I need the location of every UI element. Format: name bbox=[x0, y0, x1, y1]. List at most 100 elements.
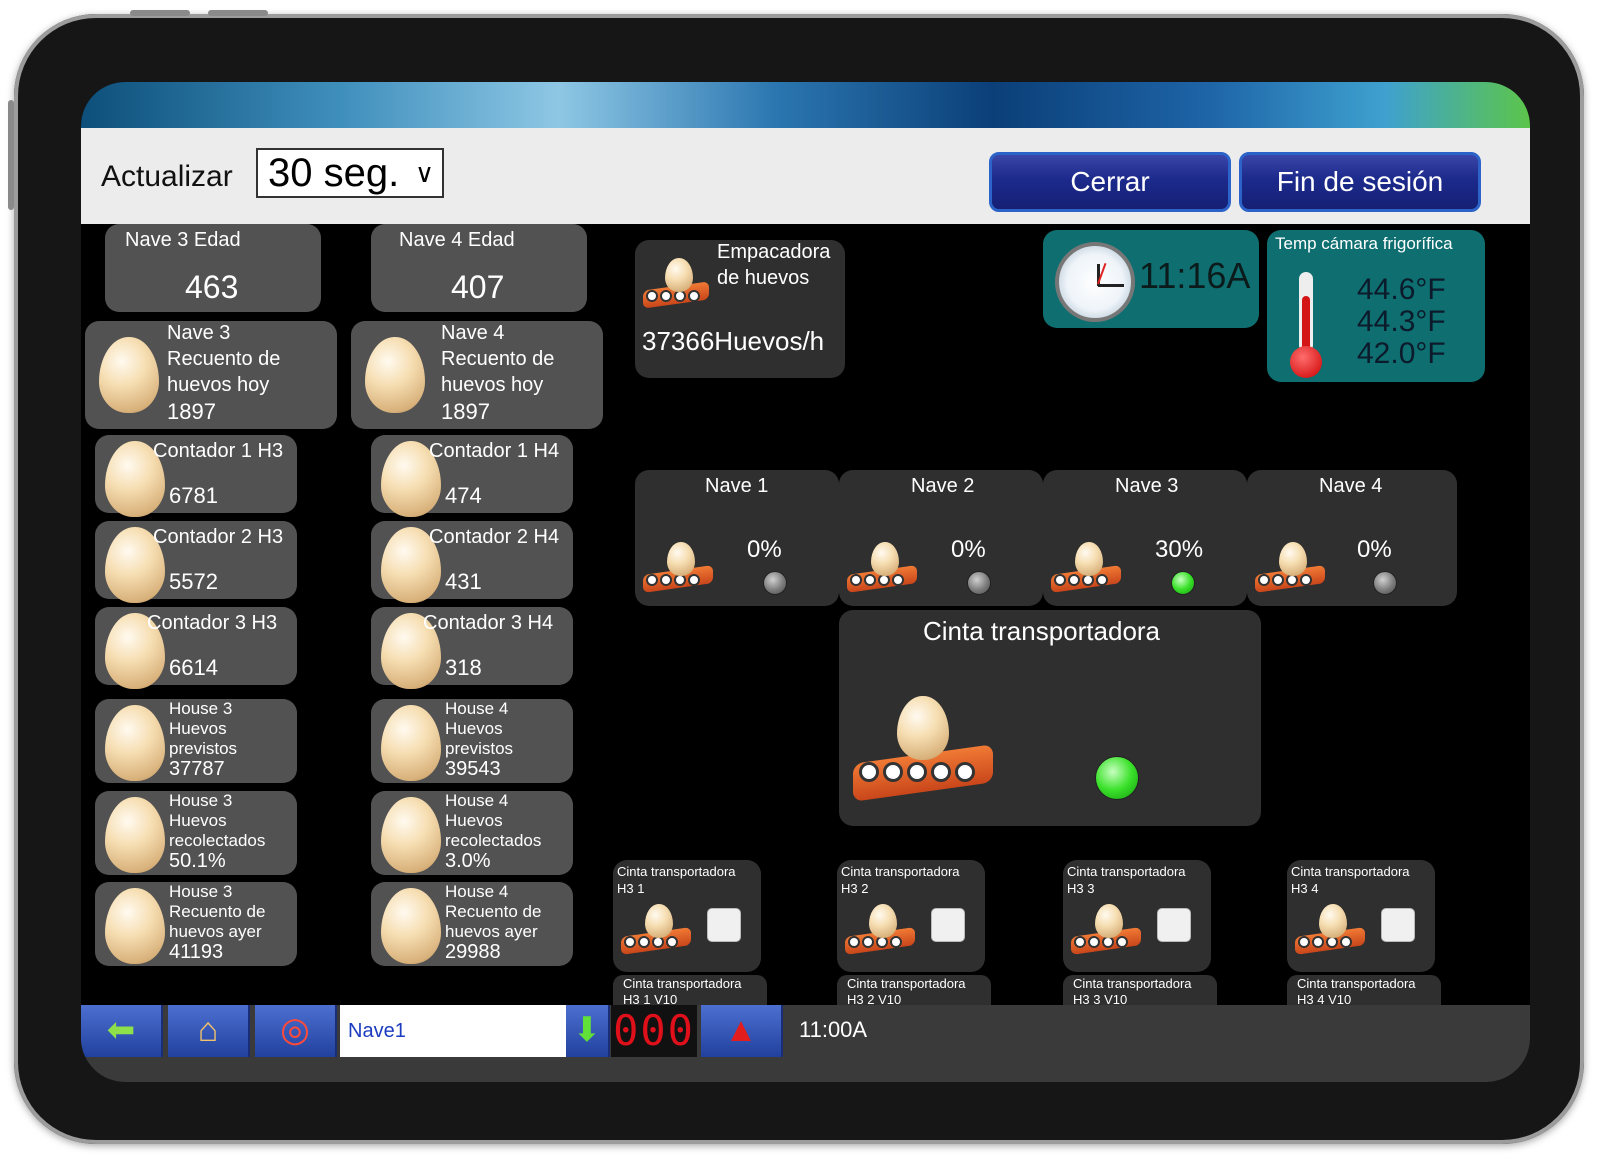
house-status-led bbox=[967, 571, 991, 595]
belt-status-indicator[interactable] bbox=[931, 908, 965, 942]
conveyor-rollers bbox=[646, 574, 700, 586]
counter-title: Contador 2 H3 bbox=[153, 526, 284, 548]
counter-title: Contador 3 H3 bbox=[147, 612, 278, 634]
egg-icon bbox=[1075, 542, 1103, 576]
stat-line: Huevos bbox=[169, 719, 227, 738]
stat-card-h4-forecast: House 4 Huevos previstos 39543 bbox=[371, 699, 573, 783]
tablet-top-button-1 bbox=[130, 10, 190, 16]
egg-icon bbox=[871, 542, 899, 576]
belt-card-h3-1[interactable]: Cinta transportadora H3 1 bbox=[613, 860, 761, 972]
conveyor-rollers bbox=[646, 290, 700, 302]
egg-packer-rate: 37366Huevos/h bbox=[642, 326, 825, 356]
counter-card-h4-1: Contador 1 H4 474 bbox=[371, 435, 573, 517]
belt-card-h3-2[interactable]: Cinta transportadora H3 2 bbox=[837, 860, 985, 972]
cold-room-title: Temp cámara frigorífica bbox=[1275, 234, 1453, 253]
stat-value: 37787 bbox=[169, 758, 225, 780]
belt-v-card-h3-2[interactable]: Cinta transportadora H3 2 V10 bbox=[837, 975, 991, 1009]
counter-card-h4-3: Contador 3 H4 318 bbox=[371, 607, 573, 689]
house-status-led bbox=[1373, 571, 1397, 595]
belt-v-title-1: Cinta transportadora bbox=[623, 976, 742, 991]
belt-status-indicator[interactable] bbox=[707, 908, 741, 942]
alarm-button[interactable]: ▲ bbox=[701, 1005, 783, 1057]
belt-v-card-h3-3[interactable]: Cinta transportadora H3 3 V10 bbox=[1063, 975, 1217, 1009]
conveyor-icon bbox=[1255, 542, 1325, 593]
belt-card-h3-4[interactable]: Cinta transportadora H3 4 bbox=[1287, 860, 1435, 972]
conveyor-rollers bbox=[850, 574, 904, 586]
house-card-2[interactable]: Nave 2 0% bbox=[839, 470, 1043, 606]
roller bbox=[1074, 936, 1086, 948]
age-card-value: 463 bbox=[185, 269, 239, 305]
conveyor-icon bbox=[643, 258, 709, 309]
counter-value: 474 bbox=[445, 483, 482, 508]
refresh-interval-select[interactable]: 30 seg. ∨ bbox=[256, 148, 444, 198]
tablet-top-button-2 bbox=[208, 10, 268, 16]
house-percent: 30% bbox=[1155, 536, 1204, 563]
roller bbox=[624, 936, 636, 948]
roller bbox=[1312, 936, 1324, 948]
conveyor-rollers bbox=[848, 936, 902, 948]
belt-v-title-1: Cinta transportadora bbox=[1073, 976, 1192, 991]
egg-icon bbox=[869, 904, 897, 938]
roller bbox=[883, 762, 903, 782]
conveyor-icon bbox=[621, 904, 691, 955]
counter-card-h3-1: Contador 1 H3 6781 bbox=[95, 435, 297, 517]
stat-line: House 4 bbox=[445, 882, 509, 901]
back-button[interactable]: ⬅ bbox=[81, 1005, 163, 1057]
counter-title: Contador 1 H3 bbox=[153, 440, 284, 462]
stat-line: House 4 bbox=[445, 699, 509, 718]
refresh-interval-value: 30 seg. bbox=[268, 151, 400, 195]
belt-v-card-h3-4[interactable]: Cinta transportadora H3 4 V10 bbox=[1287, 975, 1441, 1009]
status-time: 11:00A bbox=[799, 1017, 868, 1042]
clock-icon bbox=[1055, 242, 1135, 322]
roller bbox=[859, 762, 879, 782]
today-count-value: 1897 bbox=[167, 399, 216, 424]
logout-button[interactable]: Fin de sesión bbox=[1239, 152, 1481, 212]
egg-icon bbox=[365, 337, 425, 413]
back-arrow-icon: ⬅ bbox=[106, 1011, 136, 1049]
stat-line: House 4 bbox=[445, 791, 509, 810]
roller bbox=[1054, 574, 1066, 586]
toolbar: Actualizar 30 seg. ∨ Cerrar Fin de sesió… bbox=[81, 128, 1530, 224]
egg-icon bbox=[99, 337, 159, 413]
help-button[interactable]: ◎ bbox=[255, 1005, 337, 1057]
location-field[interactable]: Nave1 bbox=[340, 1005, 566, 1057]
belt-status-indicator[interactable] bbox=[1381, 908, 1415, 942]
belt-title-2: H3 3 bbox=[1067, 881, 1095, 896]
egg-icon bbox=[645, 904, 673, 938]
conveyor-rollers bbox=[1074, 936, 1128, 948]
download-button[interactable]: ⬇ bbox=[566, 1005, 610, 1057]
today-count-value: 1897 bbox=[441, 399, 490, 424]
main-conveyor-card[interactable]: Cinta transportadora bbox=[839, 610, 1261, 826]
roller bbox=[1096, 574, 1108, 586]
counter-title: Contador 2 H4 bbox=[429, 526, 560, 548]
roller bbox=[907, 762, 927, 782]
roller bbox=[955, 762, 975, 782]
today-count-card-h3: Nave 3 Recuento de huevos hoy 1897 bbox=[85, 321, 337, 429]
cold-room-temp-3: 42.0°F bbox=[1357, 337, 1446, 370]
thermometer-bulb bbox=[1290, 346, 1322, 378]
roller bbox=[862, 936, 874, 948]
egg-packer-title-1: Empacadora bbox=[717, 241, 831, 263]
tablet-side-button bbox=[8, 100, 14, 210]
alarm-light-icon: ▲ bbox=[724, 1011, 758, 1049]
belt-v-title-1: Cinta transportadora bbox=[1297, 976, 1416, 991]
belt-status-indicator[interactable] bbox=[1157, 908, 1191, 942]
house-name: Nave 2 bbox=[911, 475, 975, 497]
stat-value: 3.0% bbox=[445, 850, 491, 872]
house-card-1[interactable]: Nave 1 0% bbox=[635, 470, 839, 606]
close-button[interactable]: Cerrar bbox=[989, 152, 1231, 212]
roller bbox=[1340, 936, 1352, 948]
house-status-led bbox=[763, 571, 787, 595]
counter-card-h3-3: Contador 3 H3 6614 bbox=[95, 607, 297, 689]
house-card-4[interactable]: Nave 4 0% bbox=[1247, 470, 1457, 606]
home-button[interactable]: ⌂ bbox=[168, 1005, 250, 1057]
belt-card-h3-3[interactable]: Cinta transportadora H3 3 bbox=[1063, 860, 1211, 972]
egg-icon bbox=[665, 258, 693, 292]
house-card-3[interactable]: Nave 3 30% bbox=[1043, 470, 1247, 606]
roller bbox=[1272, 574, 1284, 586]
cold-room-temp-2: 44.3°F bbox=[1357, 305, 1446, 338]
main-conveyor-status-led bbox=[1095, 756, 1139, 800]
belt-title-1: Cinta transportadora bbox=[1067, 864, 1186, 879]
belt-v-card-h3-1[interactable]: Cinta transportadora H3 1 V10 bbox=[613, 975, 767, 1009]
conveyor-icon bbox=[845, 904, 915, 955]
